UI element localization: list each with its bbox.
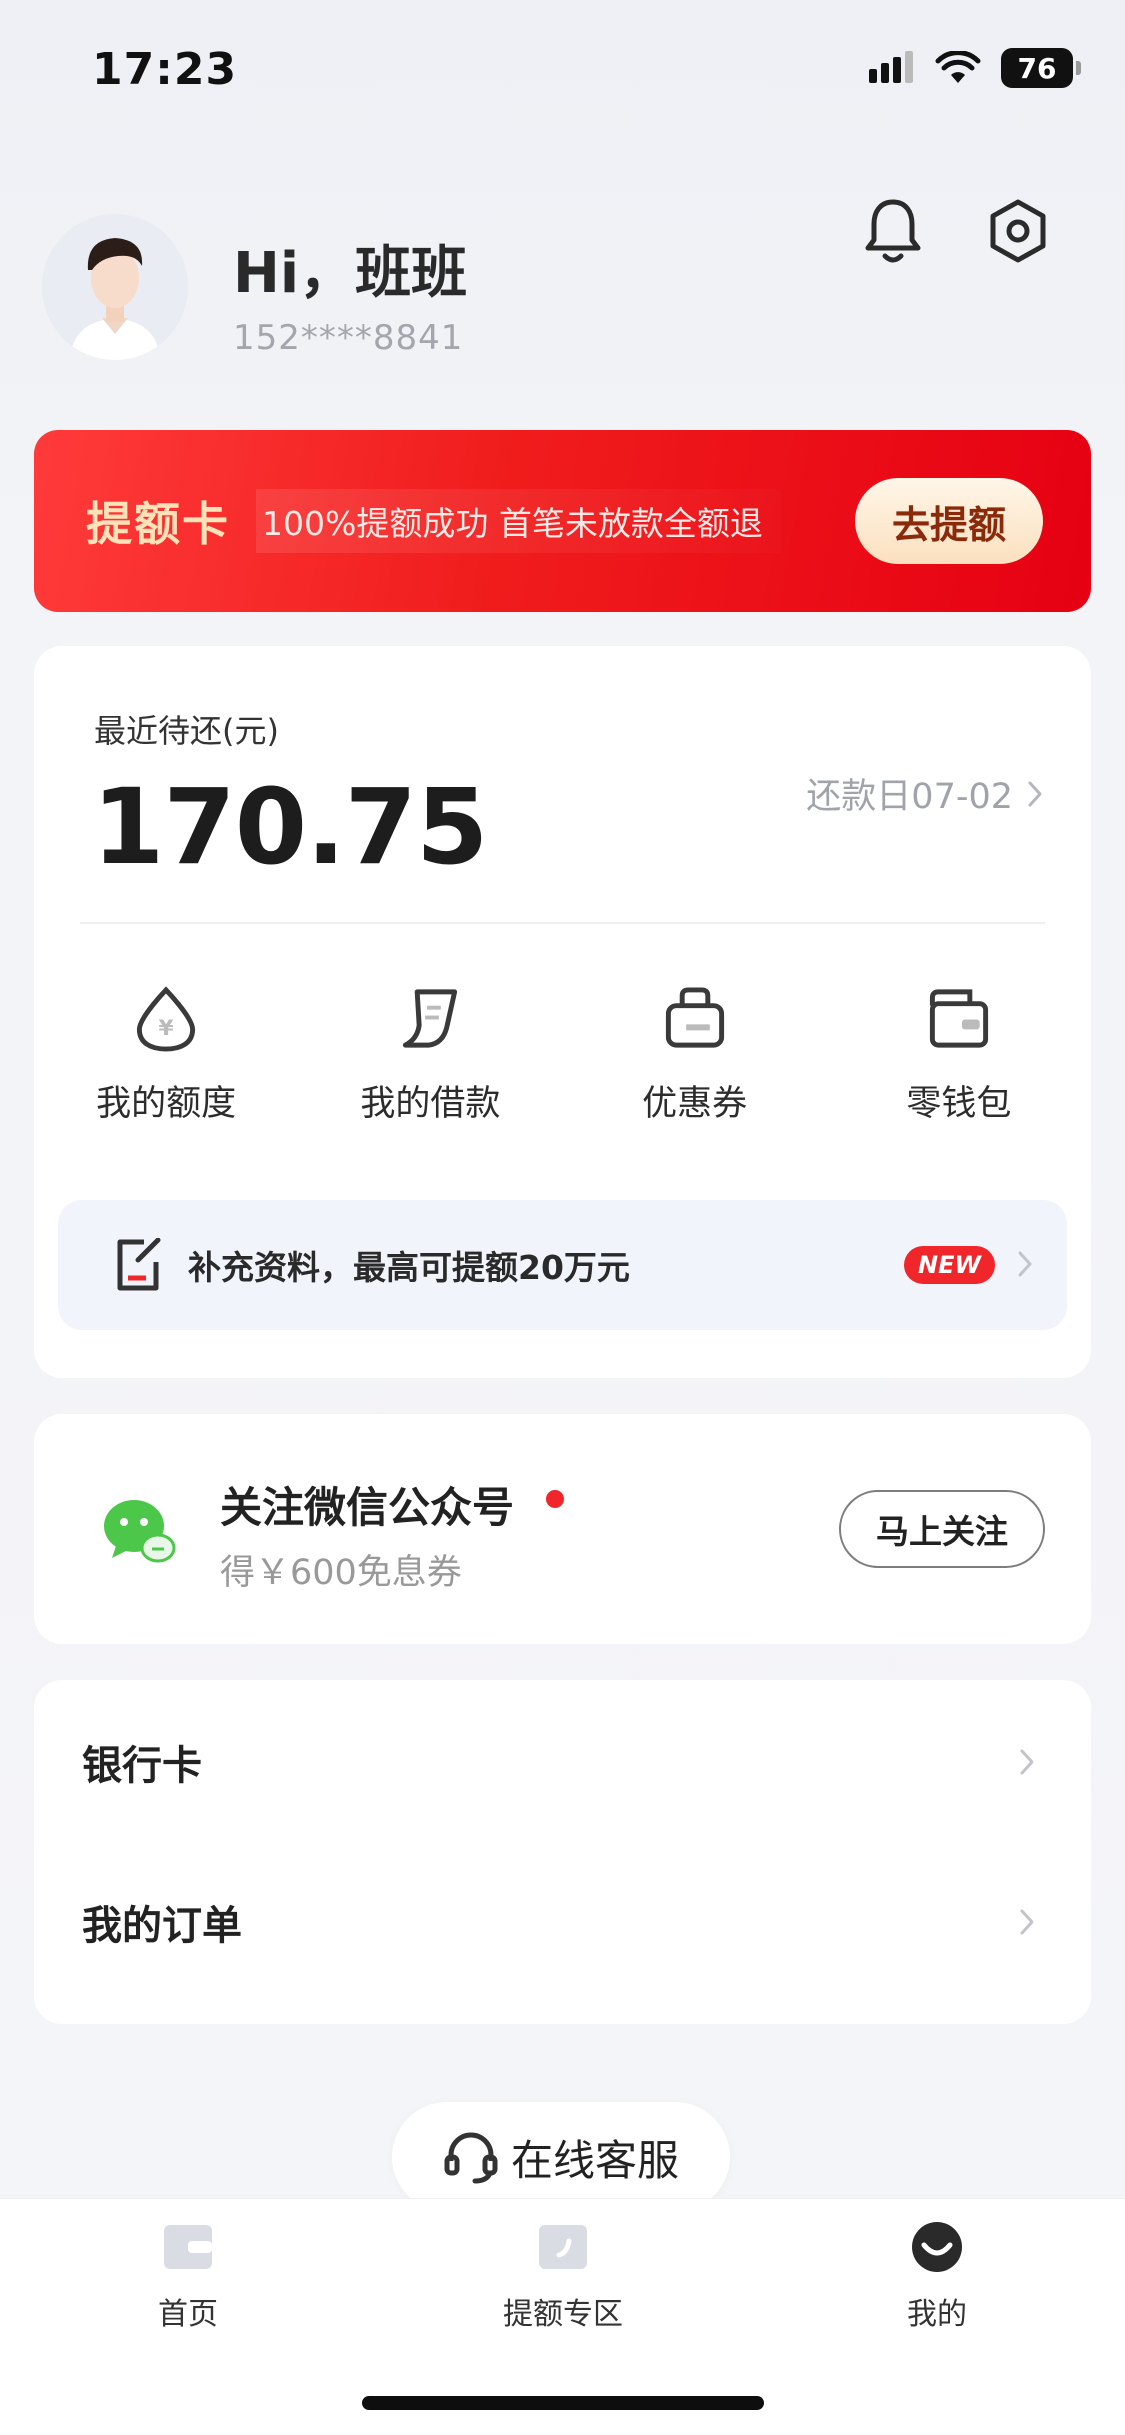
boost-limit-button[interactable]: 去提额 bbox=[855, 478, 1043, 564]
drop-yen-icon: ¥ bbox=[137, 986, 196, 1052]
chevron-right-icon bbox=[1020, 1909, 1034, 1935]
supplement-info-bar[interactable]: 补充资料，最高可提额20万元 NEW bbox=[58, 1200, 1067, 1330]
wallet-icon bbox=[929, 989, 988, 1048]
avatar-illustration-icon bbox=[42, 214, 188, 360]
repay-date-link[interactable]: 还款日07-02 bbox=[806, 768, 1043, 819]
wifi-icon bbox=[935, 51, 981, 83]
phone-number: 152****8841 bbox=[233, 318, 464, 358]
quick-action-label: 零钱包 bbox=[906, 1084, 1012, 1124]
menu-item-my-orders[interactable]: 我的订单 bbox=[34, 1842, 1091, 2002]
status-time: 17:23 bbox=[92, 44, 238, 95]
repayment-card: 最近待还(元) 170.75 还款日07-02 ¥ 我的额度 我的借款 优惠券 … bbox=[34, 646, 1091, 1378]
wechat-follow-card: 关注微信公众号 得￥600免息券 马上关注 bbox=[34, 1414, 1091, 1644]
supplement-text: 补充资料，最高可提额20万元 bbox=[188, 1248, 630, 1287]
signal-icon bbox=[869, 51, 913, 83]
chevron-right-icon bbox=[1018, 1251, 1032, 1277]
headset-icon bbox=[444, 2132, 498, 2184]
divider bbox=[80, 922, 1045, 924]
chevron-right-icon bbox=[1020, 1749, 1034, 1775]
home-wallet-icon bbox=[164, 2225, 212, 2269]
new-badge: NEW bbox=[904, 1246, 995, 1284]
tab-label: 提额专区 bbox=[503, 2297, 623, 2332]
edit-document-icon bbox=[117, 1238, 161, 1291]
svg-text:¥: ¥ bbox=[159, 1016, 174, 1041]
status-icons: 76 bbox=[867, 48, 1081, 88]
chevron-right-icon bbox=[1028, 781, 1042, 806]
boost-icon bbox=[539, 2225, 587, 2269]
greeting: Hi，班班 bbox=[233, 241, 468, 306]
profile-smile-icon bbox=[912, 2222, 962, 2272]
quick-action-label: 我的借款 bbox=[360, 1084, 501, 1124]
tab-boost-zone[interactable]: 提额专区 bbox=[473, 2221, 653, 2333]
online-service-button[interactable]: 在线客服 bbox=[392, 2102, 730, 2212]
repay-amount[interactable]: 170.75 bbox=[92, 766, 488, 888]
quick-action-label: 我的额度 bbox=[96, 1084, 237, 1124]
promo-banner[interactable]: 提额卡 100%提额成功 首笔未放款全额退 去提额 bbox=[34, 430, 1091, 612]
repay-label: 最近待还(元) bbox=[94, 712, 279, 750]
wechat-icon bbox=[104, 1500, 176, 1563]
coupon-bag-icon bbox=[665, 987, 724, 1048]
wechat-subtitle: 得￥600免息券 bbox=[220, 1553, 462, 1593]
receipt-icon bbox=[403, 989, 458, 1048]
settings-gear-icon[interactable] bbox=[985, 198, 1051, 264]
menu-list: 银行卡 我的订单 bbox=[34, 1680, 1091, 2024]
home-indicator bbox=[362, 2396, 764, 2410]
quick-action-label: 优惠券 bbox=[642, 1084, 748, 1124]
avatar[interactable] bbox=[42, 214, 188, 360]
quick-actions: ¥ 我的额度 我的借款 优惠券 零钱包 bbox=[34, 946, 1091, 1126]
battery-indicator: 76 bbox=[1001, 48, 1081, 88]
red-dot-indicator bbox=[546, 1490, 564, 1508]
tab-label: 首页 bbox=[158, 2297, 218, 2332]
quick-action-my-loans[interactable]: 我的借款 bbox=[298, 946, 562, 1126]
tab-label: 我的 bbox=[907, 2297, 967, 2332]
quick-action-coupons[interactable]: 优惠券 bbox=[563, 946, 827, 1126]
menu-item-label: 银行卡 bbox=[82, 1743, 202, 1789]
wechat-title: 关注微信公众号 bbox=[220, 1483, 515, 1532]
online-service-label: 在线客服 bbox=[510, 2135, 679, 2185]
bell-icon[interactable] bbox=[862, 196, 924, 266]
quick-action-credit-limit[interactable]: ¥ 我的额度 bbox=[34, 946, 298, 1126]
menu-item-label: 我的订单 bbox=[82, 1903, 242, 1949]
tab-home[interactable]: 首页 bbox=[98, 2221, 278, 2333]
promo-description: 100%提额成功 首笔未放款全额退 bbox=[256, 489, 781, 553]
repay-date: 还款日07-02 bbox=[806, 777, 1013, 817]
quick-action-wallet[interactable]: 零钱包 bbox=[827, 946, 1091, 1126]
follow-now-button[interactable]: 马上关注 bbox=[839, 1490, 1045, 1568]
tab-mine[interactable]: 我的 bbox=[847, 2221, 1027, 2333]
menu-item-bank-card[interactable]: 银行卡 bbox=[34, 1682, 1091, 1842]
promo-title: 提额卡 bbox=[86, 497, 230, 551]
